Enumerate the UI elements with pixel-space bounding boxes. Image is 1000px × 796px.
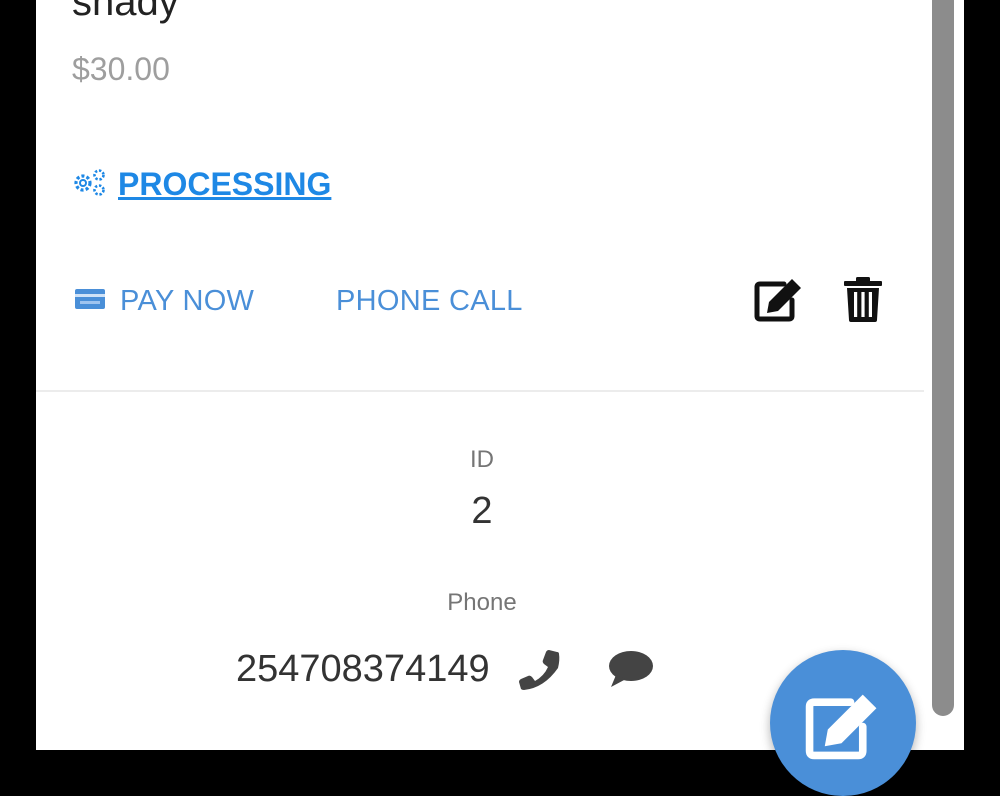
cogs-icon (70, 167, 108, 202)
credit-card-icon (74, 286, 106, 317)
status-link[interactable]: PROCESSING (70, 162, 331, 206)
phone-call-button[interactable]: PHONE CALL (336, 276, 523, 326)
id-value: 2 (471, 490, 493, 532)
pay-now-button[interactable]: PAY NOW (74, 276, 254, 326)
item-detail-card: shady $30.00 PROCESSING PAY NOW PHONE CA… (36, 0, 928, 750)
phone-call-label: PHONE CALL (336, 284, 523, 317)
card-actions: PAY NOW PHONE CALL (74, 276, 894, 326)
scrollbar-thumb[interactable] (932, 0, 954, 716)
delete-button[interactable] (842, 276, 884, 327)
phone-row: 254708374149 (236, 640, 654, 698)
phone-number: 254708374149 (236, 647, 490, 690)
phone-label: Phone (447, 589, 517, 616)
floating-edit-button[interactable] (770, 650, 916, 796)
pay-now-label: PAY NOW (120, 284, 255, 317)
item-name: shady (72, 0, 179, 24)
status-label[interactable]: PROCESSING (118, 162, 331, 206)
comment-icon[interactable] (608, 649, 654, 689)
trash-icon (842, 277, 884, 326)
edit-button[interactable] (754, 276, 804, 327)
edit-icon (754, 279, 804, 326)
item-price: $30.00 (72, 51, 170, 87)
divider (36, 390, 924, 392)
phone-icon[interactable] (518, 648, 562, 690)
id-label: ID (470, 446, 494, 473)
edit-icon (805, 650, 881, 765)
